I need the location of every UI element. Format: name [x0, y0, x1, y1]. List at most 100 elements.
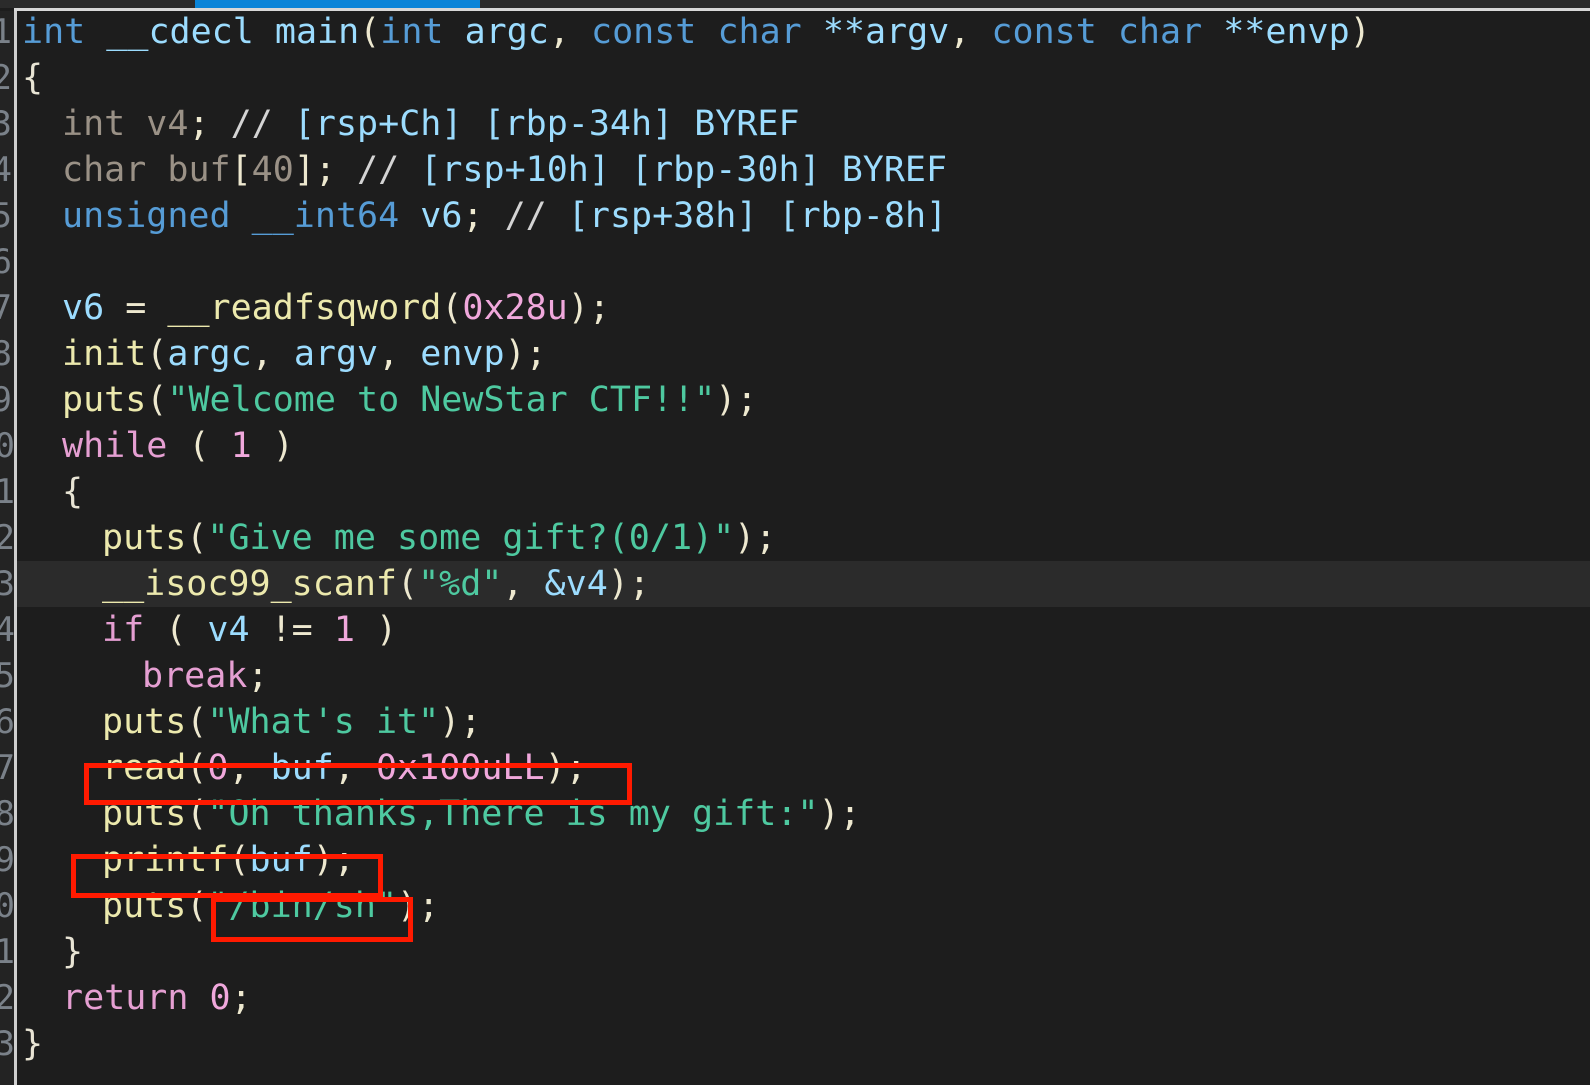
- code-line-text: while ( 1 ): [17, 426, 294, 466]
- code-token: argc: [167, 334, 252, 374]
- code-line[interactable]: int __cdecl main(int argc, const char **…: [17, 11, 1590, 55]
- code-token: "Oh thanks,There is my gift:": [207, 794, 819, 834]
- code-token: **argv: [822, 12, 950, 52]
- code-token: }: [62, 932, 84, 972]
- line-number: 9: [0, 380, 12, 420]
- code-line-current[interactable]: __isoc99_scanf("%d", &v4);: [17, 561, 1590, 607]
- code-token: break: [142, 656, 248, 696]
- code-token: v4: [207, 610, 250, 650]
- code-token: ): [251, 426, 294, 466]
- code-token: "Welcome to NewStar CTF!!": [167, 380, 716, 420]
- code-token: unsigned: [62, 196, 231, 236]
- code-token: //: [357, 150, 400, 190]
- code-line-text: printf(buf);: [17, 840, 355, 880]
- code-line-text: puts("Give me some gift?(0/1)");: [17, 518, 776, 558]
- code-line-text: int v4; // [rsp+Ch] [rbp-34h] BYREF: [17, 104, 800, 144]
- code-token: (: [186, 886, 208, 926]
- code-line[interactable]: read(0, buf, 0x100uLL);: [17, 745, 1590, 791]
- code-token: init: [62, 334, 147, 374]
- code-token: __isoc99_scanf: [102, 564, 398, 604]
- code-token: ,: [502, 564, 545, 604]
- code-token: v6: [420, 196, 463, 236]
- code-line-text: if ( v4 != 1 ): [17, 610, 397, 650]
- code-line[interactable]: char buf[40]; // [rsp+10h] [rbp-30h] BYR…: [17, 147, 1590, 193]
- code-token: "What's it": [207, 702, 440, 742]
- code-line-text: char buf[40]; // [rsp+10h] [rbp-30h] BYR…: [17, 150, 947, 190]
- code-line[interactable]: puts("Welcome to NewStar CTF!!");: [17, 377, 1590, 423]
- code-token: "Give me some gift?(0/1)": [207, 518, 735, 558]
- line-number: 4: [0, 150, 12, 190]
- code-token: &v4: [544, 564, 608, 604]
- code-token: [rsp+Ch] [rbp-34h] BYREF: [293, 104, 800, 144]
- code-token: !=: [249, 610, 334, 650]
- code-line[interactable]: if ( v4 != 1 ): [17, 607, 1590, 653]
- code-token: 0x100uLL: [375, 748, 545, 788]
- code-line[interactable]: puts("Give me some gift?(0/1)");: [17, 515, 1590, 561]
- code-line-text: {: [17, 58, 43, 98]
- code-line[interactable]: {: [17, 55, 1590, 101]
- code-line[interactable]: puts("Oh thanks,There is my gift:");: [17, 791, 1590, 837]
- pseudocode-editor[interactable]: 1234567891011121314151617181920212223 in…: [0, 11, 1590, 1085]
- code-token: ;: [462, 196, 505, 236]
- code-token: return: [62, 978, 189, 1018]
- active-tab-indicator[interactable]: [195, 0, 480, 8]
- line-number: 11: [0, 472, 14, 512]
- line-number-gutter: 1234567891011121314151617181920212223: [0, 11, 14, 1085]
- code-token: //: [504, 196, 547, 236]
- code-token: ,: [548, 12, 592, 52]
- code-token: (: [186, 748, 208, 788]
- code-line-text: break;: [17, 656, 268, 696]
- code-token: __cdecl: [106, 12, 254, 52]
- code-line[interactable]: }: [17, 1021, 1590, 1067]
- line-number: 16: [0, 702, 14, 742]
- code-line[interactable]: return 0;: [17, 975, 1590, 1021]
- code-line[interactable]: init(argc, argv, envp);: [17, 331, 1590, 377]
- line-number: 14: [0, 610, 14, 650]
- code-token: (: [146, 380, 168, 420]
- code-line[interactable]: unsigned __int64 v6; // [rsp+38h] [rbp-8…: [17, 193, 1590, 239]
- code-token: (: [186, 518, 208, 558]
- code-token: v4: [146, 104, 189, 144]
- code-line-text: {: [17, 472, 83, 512]
- code-token: [rsp+10h] [rbp-30h] BYREF: [420, 150, 948, 190]
- code-token: buf: [270, 748, 334, 788]
- code-token: {: [62, 472, 84, 512]
- code-line[interactable]: int v4; // [rsp+Ch] [rbp-34h] BYREF: [17, 101, 1590, 147]
- code-line-text: puts("/bin/sh");: [17, 886, 439, 926]
- code-line[interactable]: puts("/bin/sh");: [17, 883, 1590, 929]
- code-line[interactable]: printf(buf);: [17, 837, 1590, 883]
- code-token: buf: [167, 150, 231, 190]
- code-token: __readfsqword: [167, 288, 442, 328]
- code-surface[interactable]: int __cdecl main(int argc, const char **…: [17, 11, 1590, 1085]
- code-line[interactable]: break;: [17, 653, 1590, 699]
- code-token: ];: [293, 150, 358, 190]
- code-line[interactable]: [17, 239, 1590, 285]
- code-token: if: [102, 610, 145, 650]
- code-token: char: [717, 12, 802, 52]
- code-token: const: [591, 12, 697, 52]
- line-number: 6: [0, 242, 12, 282]
- code-line[interactable]: v6 = __readfsqword(0x28u);: [17, 285, 1590, 331]
- code-line[interactable]: while ( 1 ): [17, 423, 1590, 469]
- code-token: int: [62, 104, 126, 144]
- code-token: [rsp+38h] [rbp-8h]: [567, 196, 948, 236]
- code-token: ;: [230, 978, 252, 1018]
- code-line[interactable]: }: [17, 929, 1590, 975]
- code-token: (: [146, 334, 168, 374]
- code-token: 0x28u: [462, 288, 568, 328]
- code-token: );: [439, 702, 482, 742]
- code-line-text: }: [17, 932, 83, 972]
- code-line[interactable]: {: [17, 469, 1590, 515]
- code-line[interactable]: puts("What's it");: [17, 699, 1590, 745]
- code-token: puts: [102, 886, 187, 926]
- code-token: );: [504, 334, 547, 374]
